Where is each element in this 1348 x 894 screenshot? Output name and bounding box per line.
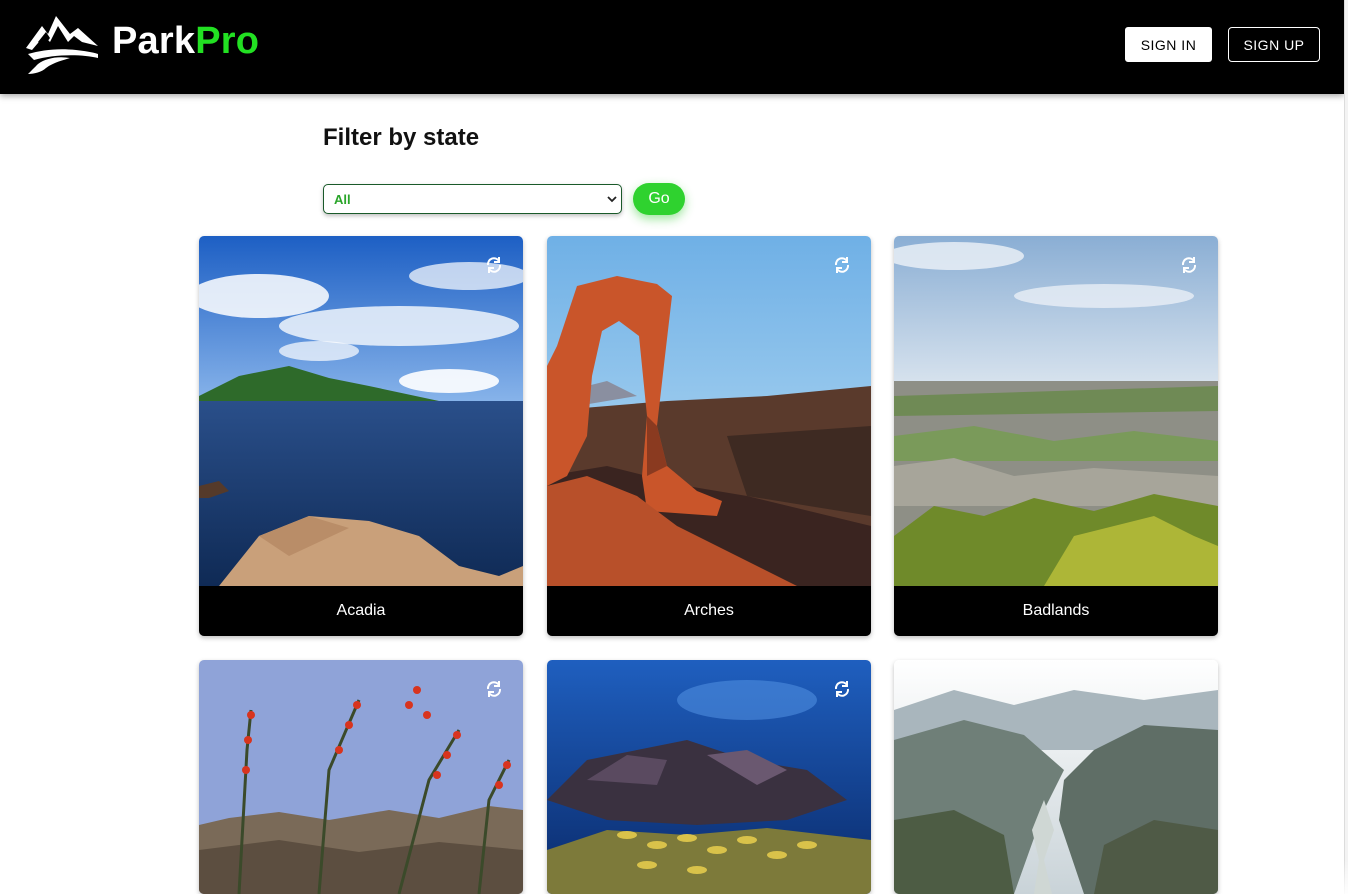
park-card-arches[interactable]: Arches (547, 236, 871, 636)
park-photo (547, 660, 871, 894)
park-name: Acadia (199, 586, 523, 636)
park-photo (199, 660, 523, 894)
park-card[interactable] (199, 660, 523, 894)
brand-name-primary: Park (112, 20, 196, 62)
park-photo (894, 236, 1218, 586)
state-select[interactable]: All (323, 184, 622, 214)
go-button[interactable]: Go (633, 183, 685, 215)
sign-up-button[interactable]: SIGN UP (1228, 27, 1320, 62)
brand-name-accent: Pro (195, 20, 260, 62)
mountain-logo-icon[interactable] (24, 12, 100, 76)
sign-in-button[interactable]: SIGN IN (1125, 27, 1212, 62)
chevron-down-icon (607, 196, 617, 203)
filter-title: Filter by state (323, 124, 480, 151)
brand-name[interactable]: ParkPro (112, 18, 259, 64)
refresh-icon[interactable] (831, 254, 853, 276)
park-card-badlands[interactable]: Badlands (894, 236, 1218, 636)
state-select-value: All (334, 192, 351, 207)
park-name: Arches (547, 586, 871, 636)
park-card[interactable] (547, 660, 871, 894)
park-card-acadia[interactable]: Acadia (199, 236, 523, 636)
park-photo (199, 236, 523, 586)
park-card[interactable] (894, 660, 1218, 894)
refresh-icon[interactable] (483, 254, 505, 276)
page-scrollbar[interactable] (1344, 0, 1348, 894)
top-navbar: ParkPro SIGN IN SIGN UP (0, 0, 1344, 94)
page-fade (1230, 860, 1348, 894)
park-photo (547, 236, 871, 586)
park-photo (894, 660, 1218, 894)
park-name: Badlands (894, 586, 1218, 636)
refresh-icon[interactable] (1178, 254, 1200, 276)
refresh-icon[interactable] (483, 678, 505, 700)
refresh-icon[interactable] (831, 678, 853, 700)
